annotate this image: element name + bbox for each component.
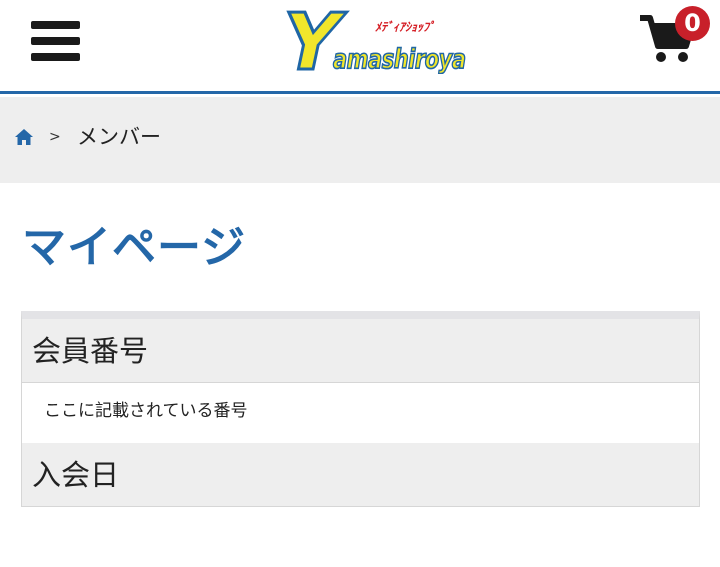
home-icon[interactable]: [14, 128, 34, 146]
menu-bar: [31, 21, 80, 29]
menu-bar: [31, 37, 80, 45]
row-label-join-date: 入会日: [22, 443, 699, 507]
member-number-value: ここに記載されている番号: [44, 401, 248, 421]
row-label-member-number: 会員番号: [22, 319, 699, 383]
menu-icon[interactable]: [31, 21, 80, 61]
breadcrumb-separator: >: [49, 129, 61, 145]
site-header: Y amashiroya ﾒﾃﾞｨｱｼｮｯﾌﾟ 0: [0, 0, 720, 94]
logo-tagline: ﾒﾃﾞｨｱｼｮｯﾌﾟ: [375, 20, 436, 34]
member-number-label: 会員番号: [32, 334, 149, 368]
cart-button[interactable]: 0: [638, 6, 712, 66]
page-title: マイページ: [22, 222, 247, 273]
member-info-table: 会員番号 ここに記載されている番号 入会日: [21, 311, 700, 567]
row-value-join-date: [22, 507, 699, 567]
row-value-member-number: ここに記載されている番号: [22, 383, 699, 443]
logo-wordmark: amashiroya: [332, 43, 466, 75]
cart-count-badge: 0: [675, 6, 710, 41]
menu-bar: [31, 53, 80, 61]
breadcrumb-current: メンバー: [77, 125, 161, 149]
site-logo[interactable]: Y amashiroya ﾒﾃﾞｨｱｼｮｯﾌﾟ: [272, 0, 467, 90]
join-date-label: 入会日: [32, 458, 120, 492]
